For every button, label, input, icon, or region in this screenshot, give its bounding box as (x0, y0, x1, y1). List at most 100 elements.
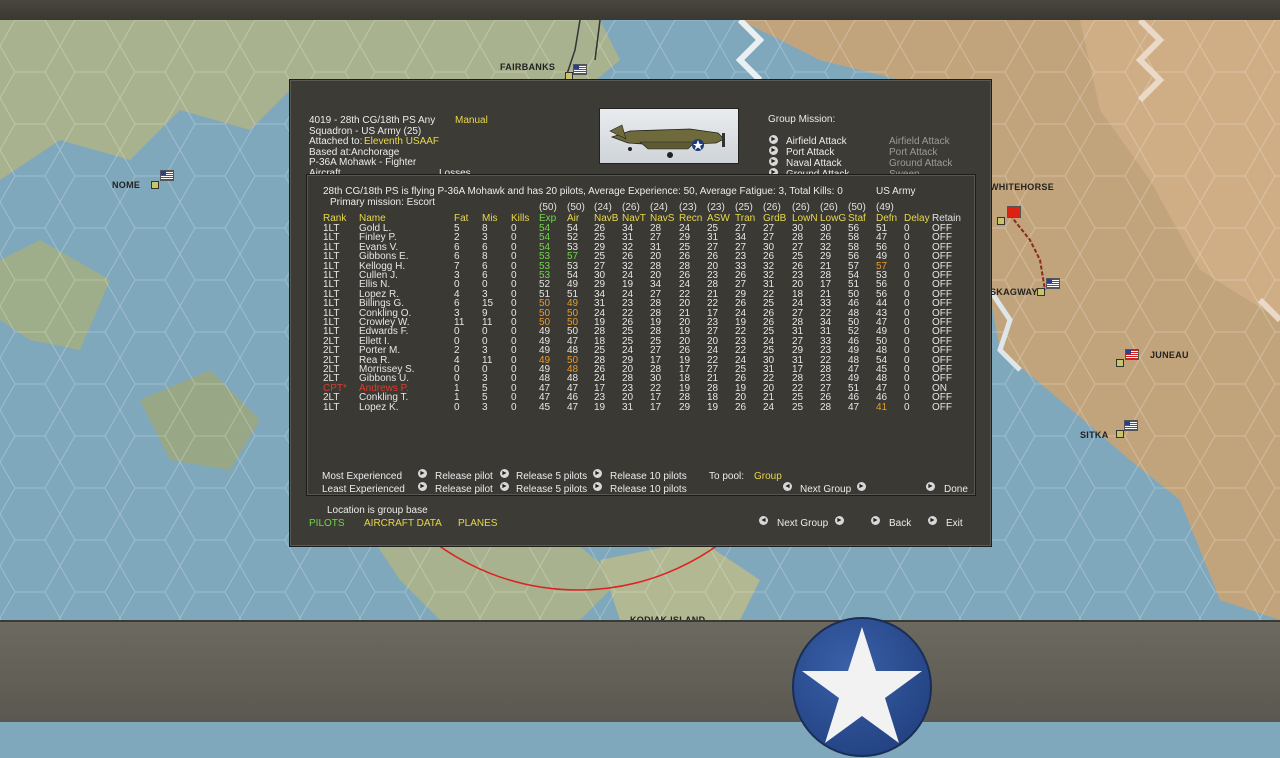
release-5-most-icon[interactable]: ► (500, 469, 509, 478)
next-group-button[interactable]: Next Group (777, 518, 828, 529)
mission-option-2[interactable]: Naval Attack (786, 158, 842, 169)
release-10-most-icon[interactable]: ► (593, 469, 602, 478)
pilot-cell-retain[interactable]: OFF (932, 402, 952, 413)
pilot-cell-fat: 0 (454, 401, 460, 413)
pilot-cell-lown: 25 (792, 401, 804, 413)
us-flag-sitka[interactable] (1124, 420, 1138, 431)
release-5-least-button[interactable]: Release 5 pilots (516, 484, 587, 495)
base-icon-skagway[interactable] (1037, 288, 1045, 296)
map-label-whitehorse: WHITEHORSE (990, 182, 1055, 192)
exit-icon[interactable]: ► (928, 516, 937, 525)
exit-button[interactable]: Exit (946, 518, 963, 529)
us-flag-juneau[interactable] (1125, 349, 1139, 360)
skill-max-7: (25) (735, 202, 753, 213)
mission-option-0[interactable]: Airfield Attack (786, 136, 847, 147)
pilot-cell-recn: 29 (679, 401, 691, 413)
next-group-next-icon[interactable]: ► (835, 516, 844, 525)
pilot-row[interactable]: 1LT Lopez K. 0 3 0 45 47 19 31 17 29 19 26 24 25 28 47 41… (307, 401, 975, 413)
pilot-row[interactable]: 1LT Kellogg H. 7 6 0 53 53 27 32 28 28 20 33 32 26 21 57… (307, 261, 975, 271)
release-pilot-least-button[interactable]: Release pilot (435, 484, 493, 495)
fighter-plane-icon (609, 124, 725, 158)
pilot-cell-mis: 3 (482, 401, 488, 413)
most-experienced-label: Most Experienced (322, 471, 403, 482)
pilot-cell-air: 47 (567, 401, 579, 413)
skill-max-6: (23) (707, 202, 725, 213)
tab-pilots[interactable]: PILOTS (309, 518, 345, 529)
us-flag-nome[interactable] (160, 170, 174, 181)
base-icon-nome[interactable] (151, 181, 159, 189)
pilot-row[interactable]: 2LT Conkling T. 1 5 0 47 46 23 20 17 28 18 20 21 25 26 4… (307, 393, 975, 403)
release-10-most-button[interactable]: Release 10 pilots (610, 471, 687, 482)
group-mode-toggle[interactable]: Manual (455, 115, 488, 126)
pilot-row[interactable]: 2LT Ellett I. 0 0 0 49 47 18 25 25 20 20 23 24 27 33 46 5… (307, 336, 975, 346)
mission-option-0-radio-icon[interactable]: ► (769, 135, 778, 144)
pilot-cell-rank: 1LT (323, 401, 340, 413)
next-group-inner-prev-icon[interactable]: ◄ (783, 482, 792, 491)
red-flag-whitehorse[interactable] (1007, 206, 1021, 218)
mission-option-1-radio-icon[interactable]: ► (769, 146, 778, 155)
pilot-cell-asw: 19 (707, 401, 719, 413)
skill-max-11: (50) (848, 202, 866, 213)
mission-option-1-alt[interactable]: Port Attack (889, 147, 937, 158)
base-icon-whitehorse[interactable] (997, 217, 1005, 225)
release-10-least-button[interactable]: Release 10 pilots (610, 484, 687, 495)
release-pilot-least-icon[interactable]: ► (418, 482, 427, 491)
bottom-bar (0, 620, 1280, 722)
mission-option-2-radio-icon[interactable]: ► (769, 157, 778, 166)
pilot-row[interactable]: 2LT Porter M. 2 3 0 49 48 25 24 27 26 24 22 25 29 23 49 4… (307, 346, 975, 356)
pilot-cell-defn: 41 (876, 401, 888, 413)
base-icon-sitka[interactable] (1116, 430, 1124, 438)
pilot-row[interactable]: 1LT Gold L. 5 8 0 54 54 26 34 28 24 25 27 27 30 30 56 51 0… (307, 224, 975, 234)
pilot-row[interactable]: 1LT Finley P. 2 3 0 54 52 25 31 27 29 31 34 27 28 26 58 4… (307, 233, 975, 243)
release-10-least-icon[interactable]: ► (593, 482, 602, 491)
us-flag-skagway[interactable] (1046, 278, 1060, 289)
done-button[interactable]: Done (944, 484, 968, 495)
skill-max-9: (26) (792, 202, 810, 213)
skill-max-12: (49) (876, 202, 894, 213)
release-5-most-button[interactable]: Release 5 pilots (516, 471, 587, 482)
mission-option-2-alt[interactable]: Ground Attack (889, 158, 952, 169)
map-label-nome: NOME (112, 180, 141, 190)
pilot-row[interactable]: 1LT Edwards F. 0 0 0 49 50 28 25 28 19 27 22 25 31 31 52… (307, 327, 975, 337)
location-note: Location is group base (327, 505, 428, 516)
primary-mission: Primary mission: Escort (330, 197, 436, 208)
skill-max-0: (50) (539, 202, 557, 213)
pilot-cell-name[interactable]: Lopez K. (359, 402, 398, 413)
us-flag-fairbanks[interactable] (573, 64, 587, 75)
next-group-prev-icon[interactable]: ◄ (759, 516, 768, 525)
skill-max-10: (26) (820, 202, 838, 213)
back-button[interactable]: Back (889, 518, 911, 529)
back-icon[interactable]: ► (871, 516, 880, 525)
skill-max-2: (24) (594, 202, 612, 213)
tab-aircraft-data[interactable]: AIRCRAFT DATA (364, 518, 442, 529)
next-group-inner-next-icon[interactable]: ► (857, 482, 866, 491)
attached-label: Attached to: (309, 136, 363, 147)
pilot-row[interactable]: 1LT Lopez R. 4 3 0 51 51 34 24 27 22 21 29 22 18 21 50 56… (307, 289, 975, 299)
mission-option-1[interactable]: Port Attack (786, 147, 834, 158)
pilot-row[interactable]: 1LT Ellis N. 0 0 0 52 49 29 19 34 24 28 27 31 20 17 51 56… (307, 280, 975, 290)
star-icon (802, 627, 922, 743)
pilot-cell-navb: 19 (594, 401, 606, 413)
mission-option-0-alt[interactable]: Airfield Attack (889, 136, 950, 147)
pilot-row[interactable]: 1LT Gibbons E. 6 8 0 53 57 25 26 20 26 26 23 26 25 29 56… (307, 252, 975, 262)
roster-service: US Army (876, 186, 916, 197)
attached-hq-link[interactable]: Eleventh USAAF (364, 136, 439, 147)
pilot-cell-staf: 47 (848, 401, 860, 413)
to-pool-value[interactable]: Group (754, 471, 782, 482)
tab-planes[interactable]: PLANES (458, 518, 497, 529)
base-icon-juneau[interactable] (1116, 359, 1124, 367)
roster-summary: 28th CG/18th PS is flying P-36A Mohawk a… (323, 186, 843, 197)
release-pilot-most-button[interactable]: Release pilot (435, 471, 493, 482)
pilot-cell-kills: 0 (511, 401, 517, 413)
skill-max-8: (26) (763, 202, 781, 213)
group-any: Any (418, 115, 436, 126)
pilot-cell-tran: 26 (735, 401, 747, 413)
pilot-row[interactable]: 1LT Cullen J. 3 6 0 53 54 30 24 20 26 23 26 32 23 28 54 5… (307, 271, 975, 281)
release-5-least-icon[interactable]: ► (500, 482, 509, 491)
next-group-inner-button[interactable]: Next Group (800, 484, 851, 495)
done-icon[interactable]: ► (926, 482, 935, 491)
skill-max-4: (24) (650, 202, 668, 213)
release-pilot-most-icon[interactable]: ► (418, 469, 427, 478)
top-bar (0, 0, 1280, 21)
pilot-roster-panel: 28th CG/18th PS is flying P-36A Mohawk a… (306, 174, 976, 496)
